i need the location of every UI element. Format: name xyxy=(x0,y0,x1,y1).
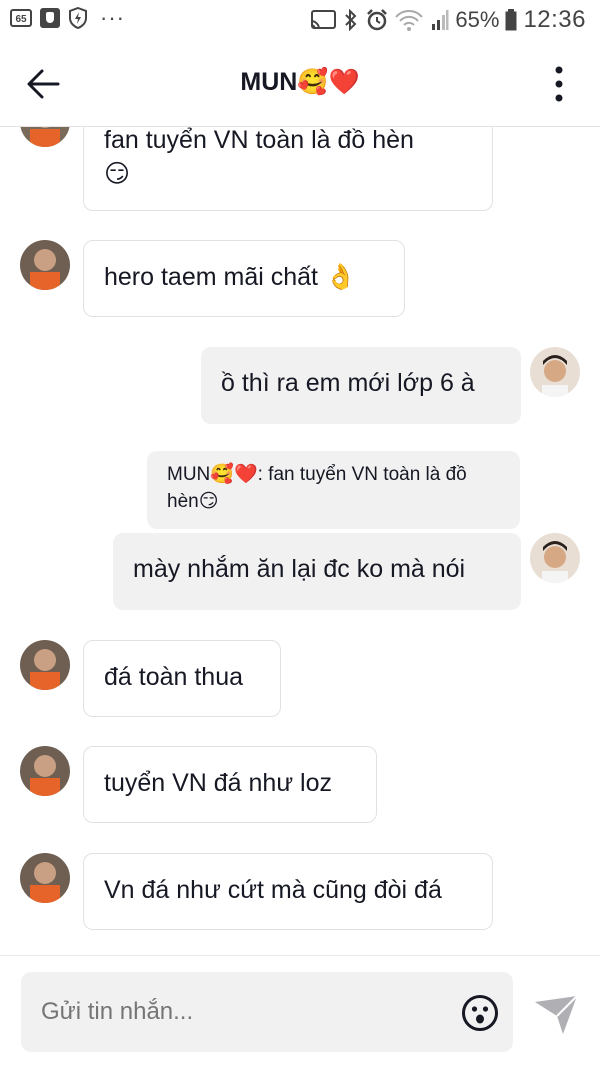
message-bubble-incoming[interactable]: fan tuyển VN toàn là đồ hèn 😏 xyxy=(83,127,493,211)
shield-icon xyxy=(69,7,87,29)
message-text: hero taem mãi chất xyxy=(104,263,318,291)
more-options-icon[interactable] xyxy=(554,64,564,104)
message-input[interactable] xyxy=(41,998,421,1026)
cast-icon xyxy=(311,10,337,30)
sender-avatar[interactable] xyxy=(20,746,70,796)
quoted-reply[interactable]: MUN🥰❤️: fan tuyển VN toàn là đồ hèn😏 xyxy=(147,451,520,529)
sender-avatar[interactable] xyxy=(20,240,70,290)
message-bubble-incoming[interactable]: đá toàn thua xyxy=(83,640,281,717)
signal-icon xyxy=(432,10,449,30)
message-text: mày nhắm ăn lại đc ko mà nói xyxy=(133,555,466,583)
chat-title[interactable]: MUN🥰❤️ xyxy=(0,67,600,97)
battery-icon xyxy=(505,9,517,31)
message-emoji: 👌 xyxy=(324,262,357,291)
message-list[interactable]: fan tuyển VN toàn là đồ hèn 😏 hero taem … xyxy=(0,127,600,955)
emoji-icon[interactable] xyxy=(461,994,499,1032)
quote-emoji: 😏 xyxy=(198,490,219,512)
bluetooth-icon xyxy=(345,9,357,31)
message-text: tuyển VN đá như loz xyxy=(104,769,332,797)
sender-avatar[interactable] xyxy=(20,853,70,903)
battery-percent: 65% xyxy=(455,7,500,32)
message-bubble-incoming[interactable]: tuyển VN đá như loz xyxy=(83,746,377,823)
message-bubble-outgoing[interactable]: ồ thì ra em mới lớp 6 à xyxy=(201,347,521,424)
more-notifications-icon: ··· xyxy=(100,5,125,30)
chat-title-emojis: 🥰❤️ xyxy=(297,67,360,96)
message-emoji: 😏 xyxy=(104,159,131,188)
chat-header: MUN🥰❤️ xyxy=(0,42,600,127)
message-input-container[interactable] xyxy=(21,972,513,1052)
message-text: fan tuyển VN toàn là đồ hèn xyxy=(104,127,414,154)
notification-badge: 65 xyxy=(10,9,32,27)
sender-avatar[interactable] xyxy=(20,127,70,147)
message-text: Vn đá như cứt mà cũng đòi đá xyxy=(104,876,442,904)
message-composer xyxy=(0,955,600,1068)
message-bubble-incoming[interactable]: Vn đá như cứt mà cũng đòi đá xyxy=(83,853,493,930)
message-text: đá toàn thua xyxy=(104,663,244,691)
clock: 12:36 xyxy=(523,6,586,33)
message-bubble-incoming[interactable]: hero taem mãi chất 👌 xyxy=(83,240,405,317)
status-bar: 65 ··· 65% 12:36 xyxy=(0,0,600,42)
quote-sender: MUN xyxy=(167,464,211,485)
alarm-icon xyxy=(367,9,388,31)
send-icon[interactable] xyxy=(533,994,579,1036)
chat-title-name: MUN xyxy=(240,68,298,96)
message-bubble-outgoing[interactable]: mày nhắm ăn lại đc ko mà nói xyxy=(113,533,521,610)
my-avatar[interactable] xyxy=(530,533,580,583)
sender-avatar[interactable] xyxy=(20,640,70,690)
app-notification-icon xyxy=(40,8,60,28)
quote-sender-emojis: 🥰❤️ xyxy=(210,463,258,485)
wifi-icon xyxy=(395,10,424,31)
message-text: ồ thì ra em mới lớp 6 à xyxy=(221,369,475,397)
my-avatar[interactable] xyxy=(530,347,580,397)
